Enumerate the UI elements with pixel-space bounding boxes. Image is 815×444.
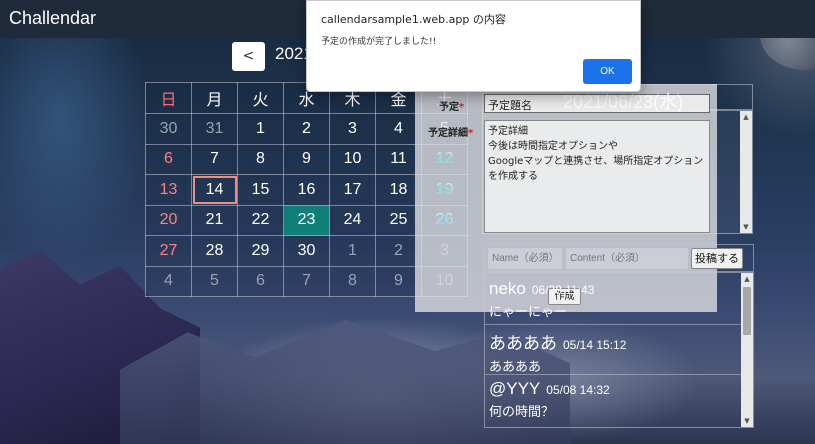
day-cell[interactable]: 13 [145, 174, 192, 206]
calendar-ghost-sat-12: 12 [436, 150, 453, 167]
day-cell[interactable]: 4 [145, 265, 192, 297]
schedule-detail-textarea[interactable]: 予定詳細 今後は時間指定オプションや Googleマップと連携させ、場所指定オプ… [484, 120, 710, 233]
post-comment-button[interactable]: 投稿する [691, 248, 743, 269]
day-cell[interactable]: 1 [329, 235, 376, 267]
day-cell[interactable]: 27 [145, 235, 192, 267]
comment-item: ああああ 05/14 15:12 ああああ [489, 329, 739, 375]
day-cell[interactable]: 10 [329, 143, 376, 175]
day-cell-today[interactable]: 14 [191, 174, 238, 206]
weekday-sun: 日 [145, 82, 192, 114]
comment-time: 05/08 14:32 [546, 383, 610, 397]
scroll-up-icon[interactable]: ▲ [741, 273, 753, 285]
comment-item: neko 06/28 11:43 にゃーにゃー [489, 279, 739, 320]
scroll-down-icon[interactable]: ▼ [741, 415, 753, 427]
calendar-ghost-sat-19: 19 [436, 181, 453, 198]
day-cell[interactable]: 21 [191, 204, 238, 236]
day-cell[interactable]: 8 [329, 265, 376, 297]
calendar-ghost-sat-26: 26 [436, 211, 453, 228]
comment-list: neko 06/28 11:43 にゃーにゃー ああああ 05/14 15:12 あ… [484, 272, 754, 428]
day-cell[interactable]: 6 [237, 265, 284, 297]
day-cell[interactable]: 24 [329, 204, 376, 236]
day-cell[interactable]: 6 [145, 143, 192, 175]
comment-content-input[interactable] [566, 248, 688, 269]
day-cell[interactable]: 7 [283, 265, 330, 297]
app-title[interactable]: Challendar [9, 8, 96, 29]
comment-body: ああああ [489, 360, 542, 375]
scroll-down-icon[interactable]: ▼ [740, 221, 752, 233]
day-cell[interactable]: 1 [237, 113, 284, 145]
comment-author: neko [489, 279, 526, 298]
dialog-message: 予定の作成が完了しました!! [321, 37, 437, 47]
day-cell[interactable]: 15 [237, 174, 284, 206]
detail-scrollbar[interactable]: ▲ ▼ [740, 111, 752, 233]
comment-item: @YYY 05/08 14:32 何の時間？ [489, 379, 739, 420]
day-cell[interactable]: 16 [283, 174, 330, 206]
day-cell[interactable]: 20 [145, 204, 192, 236]
comment-time: 06/28 11:43 [531, 283, 595, 297]
day-cell[interactable]: 8 [237, 143, 284, 175]
day-cell[interactable]: 30 [145, 113, 192, 145]
scroll-up-icon[interactable]: ▲ [740, 111, 752, 123]
scroll-thumb[interactable] [743, 287, 751, 335]
day-cell[interactable]: 17 [329, 174, 376, 206]
day-cell[interactable]: 31 [191, 113, 238, 145]
dialog-title: callendarsample1.web.app の内容 [321, 13, 506, 26]
prev-month-button[interactable]: < [232, 42, 265, 71]
dialog-ok-button[interactable]: OK [583, 59, 632, 84]
weekday-mon: 月 [191, 82, 238, 114]
day-cell[interactable]: 29 [237, 235, 284, 267]
day-cell[interactable]: 7 [191, 143, 238, 175]
comment-name-input[interactable] [488, 248, 562, 269]
comment-divider [485, 374, 741, 375]
day-cell[interactable]: 22 [237, 204, 284, 236]
day-cell[interactable]: 28 [191, 235, 238, 267]
day-cell[interactable]: 5 [191, 265, 238, 297]
comment-scrollbar[interactable]: ▲ ▼ [741, 273, 753, 427]
day-cell-selected[interactable]: 23 [283, 204, 330, 236]
comment-divider [485, 324, 741, 325]
day-cell[interactable]: 2 [283, 113, 330, 145]
day-cell[interactable]: 30 [283, 235, 330, 267]
day-cell[interactable]: 9 [283, 143, 330, 175]
comment-body: 何の時間？ [489, 405, 555, 420]
schedule-detail-label: 予定詳細* [428, 128, 474, 139]
alert-dialog: callendarsample1.web.app の内容 予定の作成が完了しまし… [306, 0, 641, 92]
comment-form: 投稿する [484, 244, 754, 272]
comment-author: ああああ [489, 334, 557, 353]
schedule-title-label: 予定* [439, 102, 465, 113]
comment-body: にゃーにゃー [489, 305, 568, 320]
weekday-tue: 火 [237, 82, 284, 114]
comment-time: 05/14 15:12 [563, 338, 627, 352]
day-cell[interactable]: 3 [329, 113, 376, 145]
comment-author: @YYY [489, 379, 541, 398]
